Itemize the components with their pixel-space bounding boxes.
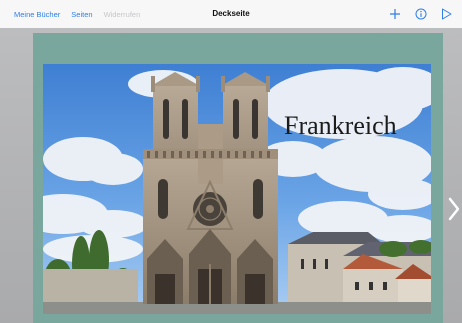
plus-icon[interactable] xyxy=(389,8,401,20)
my-books-button[interactable]: Meine Bücher xyxy=(14,10,60,19)
cathedral-photo[interactable] xyxy=(43,64,431,314)
slide-cover-page[interactable]: Frankreich xyxy=(33,33,443,323)
undo-button[interactable]: Widerrufen xyxy=(104,10,141,19)
toolbar-right-group xyxy=(389,0,452,28)
info-icon[interactable] xyxy=(415,8,427,20)
chevron-right-icon[interactable] xyxy=(446,194,462,224)
top-toolbar: Meine Bücher Seiten Widerrufen Deckseite xyxy=(0,0,462,29)
slide-title[interactable]: Frankreich xyxy=(284,111,397,141)
pages-button[interactable]: Seiten xyxy=(71,10,92,19)
play-icon[interactable] xyxy=(441,8,452,20)
toolbar-left-group: Meine Bücher Seiten Widerrufen xyxy=(14,0,140,28)
editor-canvas: Frankreich xyxy=(0,28,462,323)
